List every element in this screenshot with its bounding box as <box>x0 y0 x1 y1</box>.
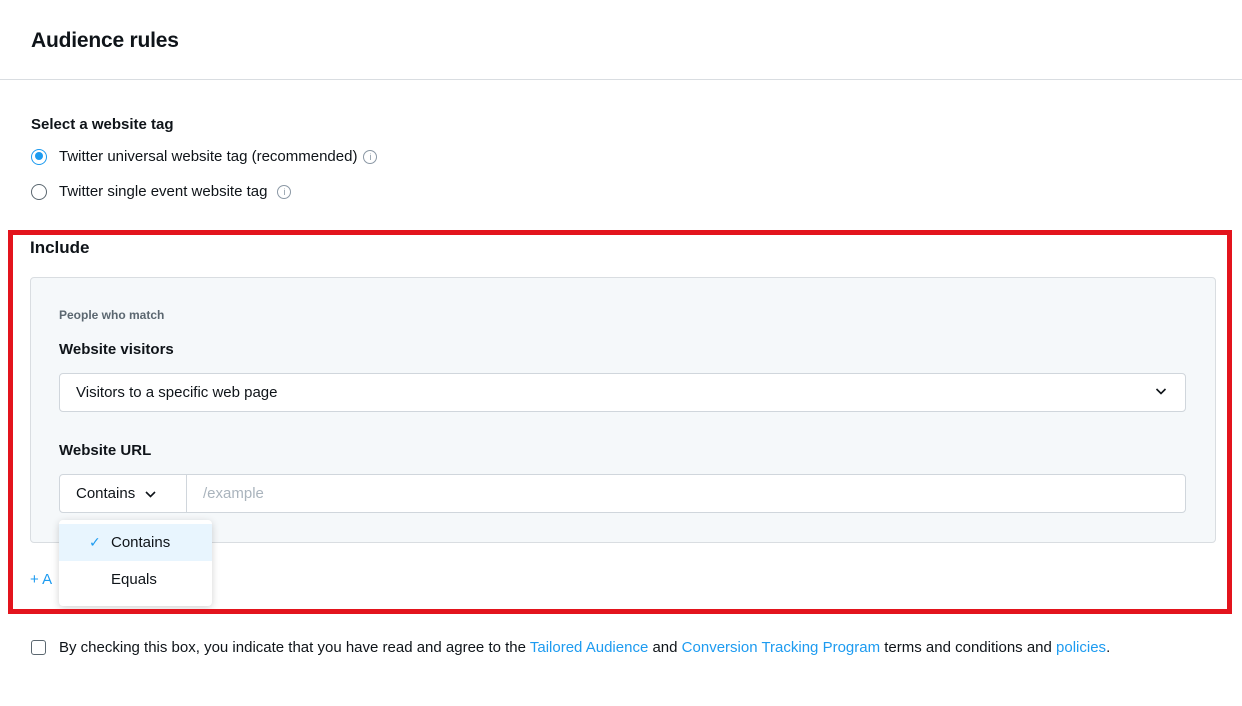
radio-button-unselected[interactable] <box>31 183 47 200</box>
radio-universal-tag[interactable]: Twitter universal website tag (recommend… <box>31 148 378 165</box>
page-title: Audience rules <box>31 29 179 52</box>
info-icon[interactable]: i <box>277 184 292 199</box>
terms-text-part: and <box>648 639 682 656</box>
terms-text: By checking this box, you indicate that … <box>59 636 1110 660</box>
terms-agreement: By checking this box, you indicate that … <box>31 636 1141 660</box>
info-icon[interactable]: i <box>363 149 378 164</box>
terms-text-part: By checking this box, you indicate that … <box>59 639 530 656</box>
terms-text-part: . <box>1106 639 1111 656</box>
radio-single-event-tag[interactable]: Twitter single event website tag i <box>31 183 292 200</box>
title-divider <box>0 79 1242 80</box>
highlight-box <box>8 230 1232 614</box>
tailored-audience-link[interactable]: Tailored Audience <box>530 639 648 656</box>
terms-text-part: terms and conditions and <box>880 639 1057 656</box>
radio-button-selected[interactable] <box>31 148 47 165</box>
website-tag-label: Select a website tag <box>31 116 174 133</box>
policies-link[interactable]: policies <box>1056 639 1106 656</box>
conversion-tracking-link[interactable]: Conversion Tracking Program <box>682 639 880 656</box>
terms-checkbox[interactable] <box>31 640 46 655</box>
radio-single-event-tag-label: Twitter single event website tag <box>59 183 268 200</box>
radio-universal-tag-label: Twitter universal website tag (recommend… <box>59 148 358 165</box>
